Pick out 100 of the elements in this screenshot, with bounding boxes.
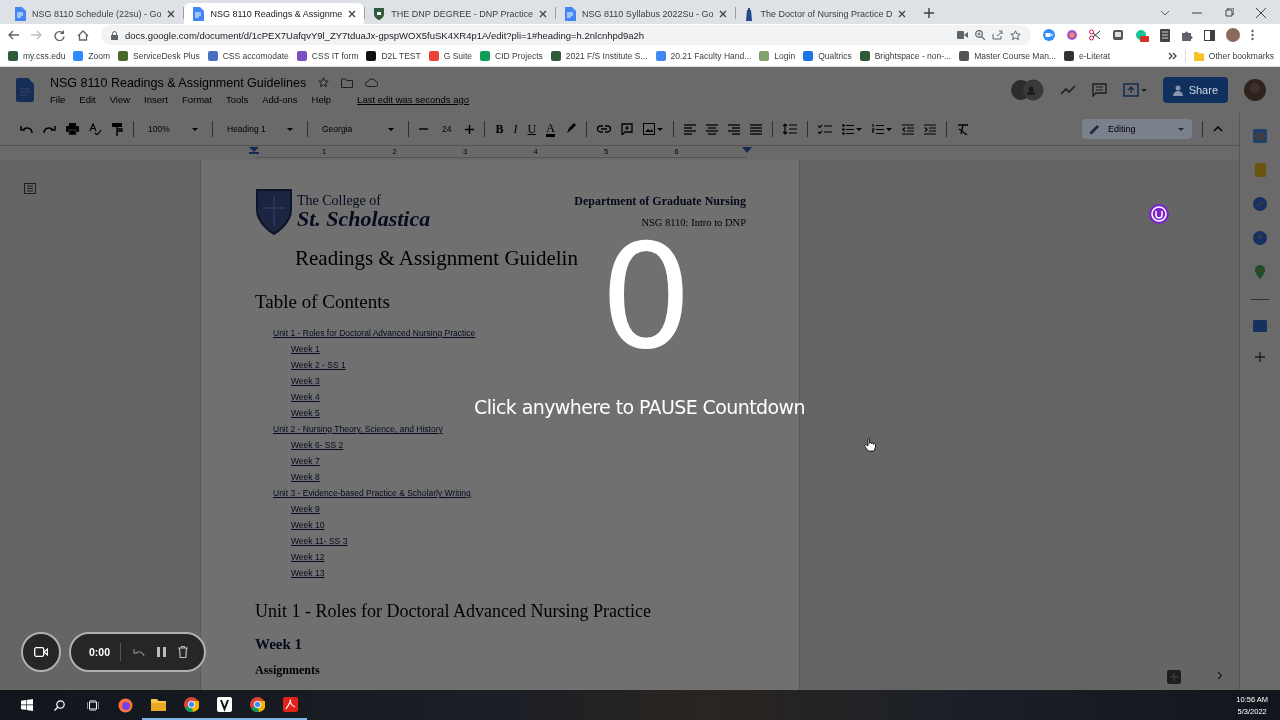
device-icon[interactable]: [1160, 28, 1170, 42]
toc-link[interactable]: Week 4: [291, 389, 320, 405]
star-icon[interactable]: [1010, 29, 1021, 41]
video-icon[interactable]: [1043, 29, 1055, 41]
add-comment-icon[interactable]: [620, 123, 633, 135]
increase-size-icon[interactable]: [465, 124, 475, 134]
undo-icon[interactable]: [20, 124, 33, 134]
back-icon[interactable]: [8, 30, 19, 40]
menu-item[interactable]: File: [50, 93, 66, 105]
spellcheck-icon[interactable]: [89, 123, 102, 135]
tasks-icon[interactable]: [1253, 197, 1267, 211]
move-folder-icon[interactable]: [341, 77, 354, 88]
bookmark[interactable]: Zoom: [73, 51, 111, 61]
browser-tab[interactable]: NSG 8110 Syllabus 2022Su - Go: [556, 3, 736, 24]
activity-icon[interactable]: [1059, 85, 1076, 95]
bookmark[interactable]: e-Literat: [1063, 51, 1111, 61]
v-app-icon[interactable]: [217, 696, 232, 712]
bookmark[interactable]: CID Projects: [480, 51, 543, 61]
menu-item[interactable]: Format: [181, 93, 212, 105]
redo-icon[interactable]: [43, 124, 56, 134]
camera-button[interactable]: [21, 632, 61, 672]
bookmark[interactable]: Login: [759, 51, 796, 61]
bookmark[interactable]: my.css.edu: [8, 51, 66, 61]
align-center-icon[interactable]: [705, 123, 718, 135]
pause-icon[interactable]: [157, 647, 166, 657]
menu-item[interactable]: View: [109, 93, 131, 105]
close-icon[interactable]: [167, 9, 176, 18]
format-button[interactable]: U: [527, 121, 537, 137]
chevron-right-icon[interactable]: [1167, 52, 1177, 60]
camera-icon[interactable]: [957, 31, 968, 39]
mode-dropdown[interactable]: Editing: [1082, 119, 1192, 139]
toc-link[interactable]: Week 5: [291, 405, 320, 421]
bookmark[interactable]: Master Course Man...: [959, 51, 1056, 61]
puzzle-icon[interactable]: [1181, 29, 1193, 41]
new-tab-icon[interactable]: [924, 8, 935, 18]
toc-link[interactable]: Week 8: [291, 469, 320, 485]
folder-icon[interactable]: [151, 697, 166, 711]
browser-tab[interactable]: The Doctor of Nursing Practice D: [736, 3, 915, 24]
bookmark[interactable]: ServiceDesk Plus: [118, 51, 200, 61]
account-avatar-icon[interactable]: [1244, 79, 1266, 101]
bookmark[interactable]: G Suite: [428, 51, 473, 61]
add-icon[interactable]: [1255, 352, 1265, 362]
highlight-icon[interactable]: [564, 123, 576, 135]
reload-icon[interactable]: [54, 29, 65, 41]
delete-icon[interactable]: [178, 646, 188, 658]
menu-item[interactable]: Add-ons: [262, 93, 298, 105]
browser-icon[interactable]: [184, 696, 199, 712]
share-button[interactable]: Share: [1162, 77, 1228, 103]
bookmark-folder[interactable]: Other bookmarks: [1193, 51, 1274, 61]
share-icon[interactable]: [992, 30, 1003, 40]
map-pin-icon[interactable]: [1255, 265, 1265, 279]
outline-icon[interactable]: [24, 183, 36, 194]
toc-link[interactable]: Unit 2 - Nursing Theory, Science, and History: [273, 421, 443, 437]
paint-format-icon[interactable]: [112, 122, 123, 136]
toc-link[interactable]: Week 13: [291, 565, 325, 581]
checklist-icon[interactable]: [817, 123, 832, 135]
bookmark[interactable]: 2021 F/S Institute S...: [550, 51, 648, 61]
browser-fox-icon[interactable]: [118, 697, 133, 713]
undo-icon[interactable]: [133, 647, 145, 657]
numbered-list-icon[interactable]: [871, 123, 892, 135]
toc-link[interactable]: Unit 3 - Evidence-based Practice & Scholarly Writing: [273, 485, 471, 501]
toc-link[interactable]: Week 11- SS 3: [291, 533, 348, 549]
close-icon[interactable]: [539, 9, 547, 18]
bookmark[interactable]: D2L TEST: [366, 51, 421, 61]
search-icon[interactable]: [54, 699, 65, 711]
align-justify-icon[interactable]: [749, 123, 762, 135]
toc-link[interactable]: Week 2 - SS 1: [291, 357, 346, 373]
align-left-icon[interactable]: [683, 123, 696, 135]
indent-marker-icon[interactable]: [249, 147, 259, 154]
bookmark[interactable]: 20.21 Faculty Hand...: [655, 51, 752, 61]
menu-item[interactable]: Tools: [225, 93, 249, 105]
clear-formatting-icon[interactable]: [956, 123, 969, 135]
chevron-down-icon[interactable]: [1160, 10, 1170, 16]
restore-icon[interactable]: [1224, 8, 1234, 18]
toc-link[interactable]: Week 9: [291, 501, 320, 517]
address-bar[interactable]: docs.google.com/document/d/1cPEX7UafqvY9l_ZY7tduaJx-gpspWOX5fuSK4XR4p1A/edit?pli=1#heading=h.2nlcnhpd9a2h: [101, 25, 1031, 45]
format-button[interactable]: B: [495, 121, 504, 137]
close-icon[interactable]: [898, 9, 907, 18]
increase-indent-icon[interactable]: [923, 123, 936, 135]
windows-start-icon[interactable]: [20, 699, 33, 711]
toc-link[interactable]: Week 7: [291, 453, 320, 469]
present-icon[interactable]: [1122, 83, 1147, 97]
toc-link[interactable]: Week 3: [291, 373, 320, 389]
style-dropdown[interactable]: Heading 1: [223, 122, 297, 136]
docs-logo-icon[interactable]: [16, 78, 34, 102]
document-title[interactable]: NSG 8110 Readings & Assignment Guidelines: [50, 75, 307, 90]
link-icon[interactable]: [596, 125, 611, 133]
menu-item[interactable]: Help: [311, 93, 332, 105]
box-icon[interactable]: [1112, 29, 1124, 41]
cloud-icon[interactable]: [365, 78, 379, 87]
home-icon[interactable]: [77, 29, 89, 41]
bulleted-list-icon[interactable]: [841, 123, 862, 135]
toc-link[interactable]: Week 12: [291, 549, 325, 565]
menu-item[interactable]: Insert: [144, 93, 168, 105]
bookmark[interactable]: Brightspace - non-...: [859, 51, 952, 61]
collapse-icon[interactable]: [1213, 126, 1223, 132]
bookmark[interactable]: CSS IT form: [296, 51, 359, 61]
side-panel-icon[interactable]: [1204, 29, 1215, 41]
more-icon[interactable]: [1251, 29, 1254, 41]
font-size-field[interactable]: 24: [438, 122, 456, 136]
